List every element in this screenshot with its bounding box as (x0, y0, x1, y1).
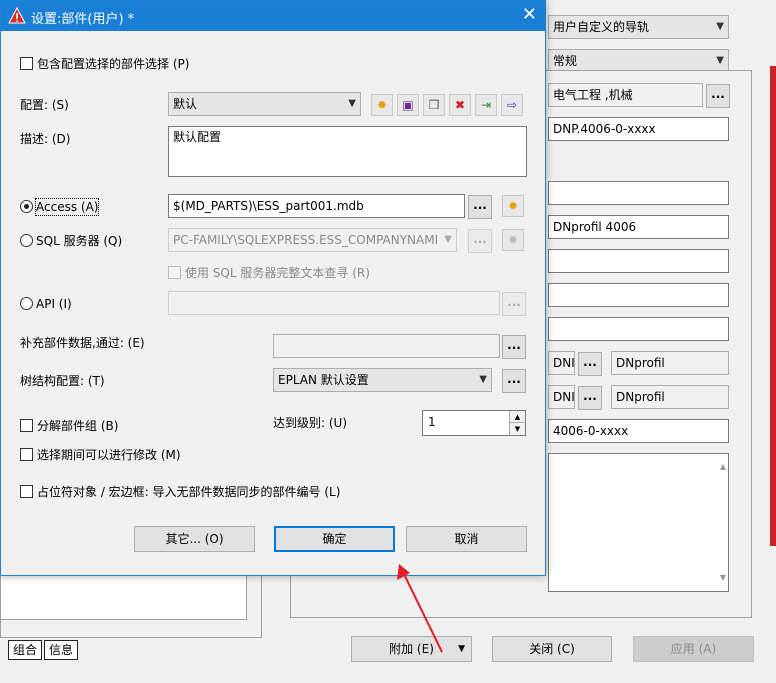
annotation-arrow-icon (397, 564, 443, 653)
